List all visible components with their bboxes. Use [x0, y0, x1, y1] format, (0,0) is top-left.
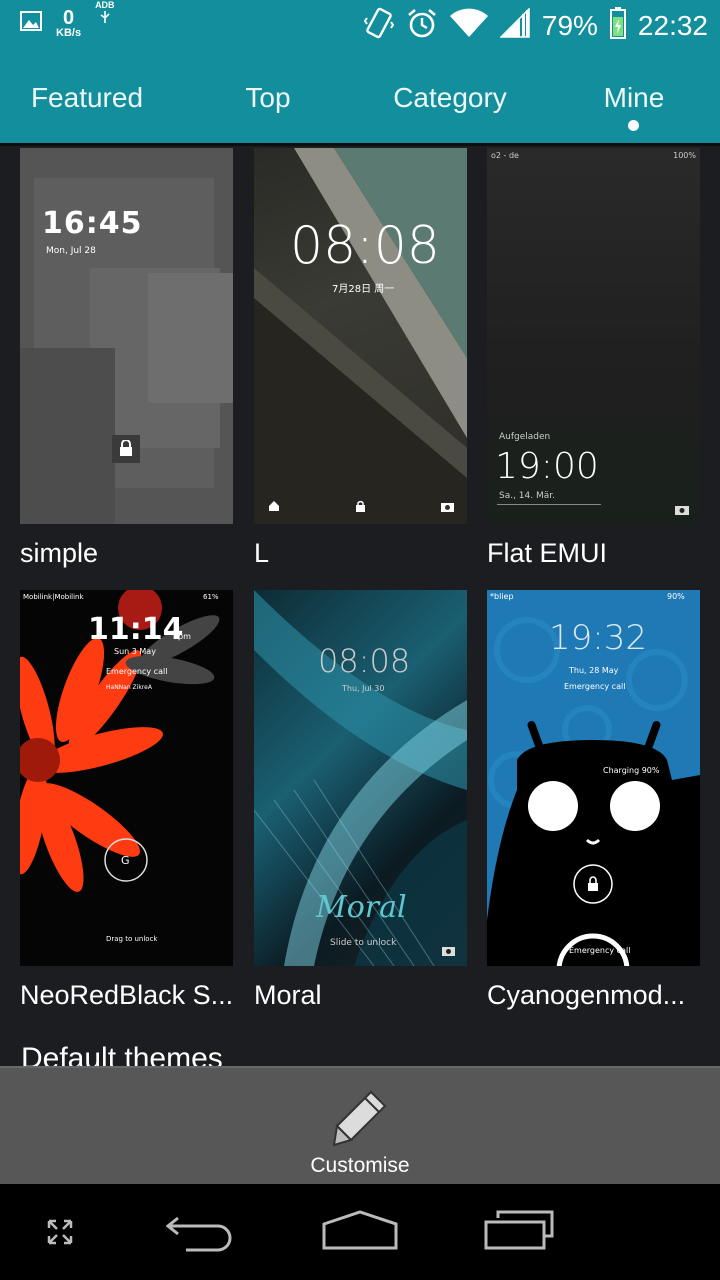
- theme-name: Moral: [254, 980, 322, 1010]
- usb-icon: [99, 10, 111, 29]
- adb-indicator: ADB: [95, 0, 115, 29]
- recents-icon[interactable]: [484, 1210, 556, 1255]
- theme-card[interactable]: Mobilink|Mobilink 61% 11:14 pm Sun 3 May…: [20, 590, 233, 1020]
- tab-category[interactable]: Category: [360, 50, 540, 143]
- signal-icon: [499, 6, 530, 45]
- theme-name: Cyanogenmod...: [487, 980, 686, 1010]
- theme-preview: 16:45 Mon, Jul 28: [20, 148, 233, 524]
- theme-card[interactable]: o2 - de 100% Aufgeladen 19:00 Sa., 14. M…: [487, 148, 700, 578]
- home-icon[interactable]: [322, 1210, 398, 1255]
- battery-percent: 79%: [541, 10, 598, 41]
- theme-card[interactable]: 08:08 Thu, Jul 30 Moral Slide to unlock …: [254, 590, 467, 1020]
- customise-label: Customise: [310, 1154, 410, 1177]
- status-bar: 0 KB/s ADB 79% 22:32: [0, 0, 720, 50]
- theme-name: NeoRedBlack S...: [20, 980, 234, 1010]
- vibrate-icon: [363, 6, 395, 47]
- customise-button[interactable]: Customise: [290, 1080, 430, 1180]
- tab-top[interactable]: Top: [178, 50, 358, 143]
- selected-tab-indicator: [628, 120, 639, 131]
- back-icon[interactable]: [165, 1212, 236, 1257]
- alarm-icon: [406, 7, 438, 46]
- navigation-bar: [0, 1184, 720, 1280]
- theme-name: Flat EMUI: [487, 538, 608, 568]
- theme-card[interactable]: *bliep 90% 19:32 Thu, 28 May Emergency c…: [487, 590, 700, 1020]
- customise-bar: Customise: [0, 1066, 720, 1186]
- gallery-icon: [20, 11, 42, 36]
- theme-preview: *bliep 90% 19:32 Thu, 28 May Emergency c…: [487, 590, 700, 966]
- pencil-icon: [331, 1088, 389, 1153]
- tab-mine[interactable]: Mine: [544, 50, 720, 143]
- theme-preview: o2 - de 100% Aufgeladen 19:00 Sa., 14. M…: [487, 148, 700, 524]
- theme-card[interactable]: 16:45 Mon, Jul 28 simple: [20, 148, 233, 578]
- tab-featured[interactable]: Featured: [0, 50, 177, 143]
- tab-bar: Featured Top Category Mine: [0, 50, 720, 146]
- theme-preview: 08:08 7月28日 周一: [254, 148, 467, 524]
- clock: 22:32: [637, 10, 708, 41]
- section-title: Default themes: [21, 1042, 223, 1066]
- net-speed: 0 KB/s: [56, 7, 82, 39]
- theme-name: simple: [20, 538, 99, 568]
- battery-icon: [609, 6, 626, 46]
- wifi-icon: [449, 8, 488, 45]
- theme-grid: 16:45 Mon, Jul 28 simple 08:08 7月28日 周一 …: [0, 146, 720, 1066]
- expand-icon[interactable]: [46, 1218, 74, 1251]
- theme-card[interactable]: 08:08 7月28日 周一 L: [254, 148, 467, 578]
- theme-preview: 08:08 Thu, Jul 30 Moral Slide to unlock: [254, 590, 467, 966]
- theme-preview: Mobilink|Mobilink 61% 11:14 pm Sun 3 May…: [20, 590, 233, 966]
- theme-name: L: [254, 538, 270, 568]
